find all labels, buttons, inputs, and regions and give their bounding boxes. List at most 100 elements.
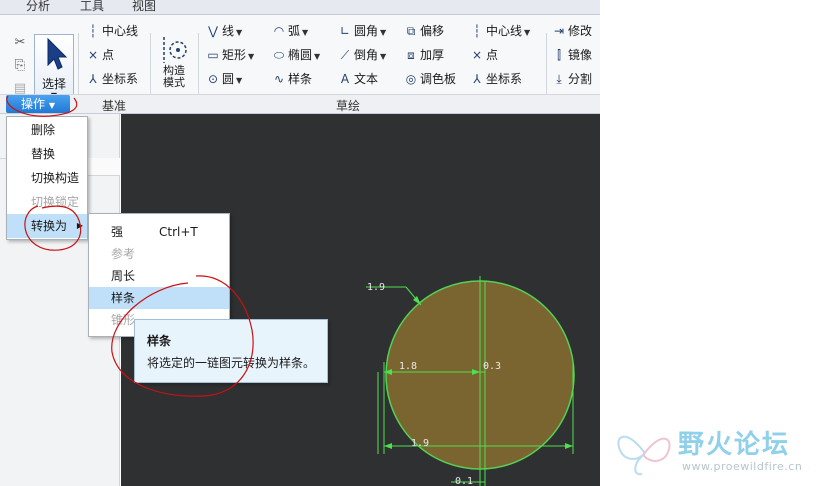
dimension-text[interactable]: 1.9 [367, 282, 385, 293]
dimension-arrow [384, 443, 392, 449]
point-icon: × [87, 48, 99, 62]
mirror-icon: ⫿ [557, 48, 561, 62]
strong-label: 强 [111, 225, 124, 239]
centerline-icon: ┆ [473, 24, 481, 38]
chamfer-button[interactable]: ⟋ 倒角 ▼ [338, 45, 386, 65]
palette-icon: ◎ [405, 72, 417, 86]
ribbon: ✂ ⎘ ▤ 选择 ▼ ┆中心线 ×点 ⅄坐标系 构造 模式 ⋁线▼ ▭矩形▼ [0, 15, 600, 113]
menu-item-delete[interactable]: 删除 [7, 118, 87, 142]
datum-csys-label: 坐标系 [102, 72, 139, 86]
text-icon: A [340, 72, 350, 86]
text-button[interactable]: A 文本 [338, 69, 378, 89]
rectangle-label: 矩形 [222, 48, 247, 62]
fillet-button[interactable]: ∟ 圆角 ▼ [338, 21, 386, 41]
select-label: 选择 [41, 77, 66, 91]
divide-icon: ⤓ [556, 72, 562, 86]
text-label: 文本 [354, 72, 379, 86]
submenu-item-spline[interactable]: 样条 [89, 287, 229, 309]
circle-label: 圆 [222, 72, 235, 86]
chevron-down-icon[interactable]: ▼ [380, 28, 386, 37]
chevron-down-icon[interactable]: ▼ [524, 28, 530, 37]
dimension-arrow [565, 443, 573, 449]
copy-icon[interactable]: ⎘ [8, 58, 32, 81]
circle-button[interactable]: ⊙ 圆 ▼ [206, 69, 242, 89]
spline-label: 样条 [288, 72, 313, 86]
datum-csys-button[interactable]: ⅄ 坐标系 [86, 69, 138, 89]
chevron-down-icon[interactable]: ▼ [314, 52, 320, 61]
ribbon-tab-strip: 分析 工具 视图 [0, 0, 600, 15]
dimension-text[interactable]: 0.1 [455, 476, 473, 486]
ellipse-label: 椭圆 [288, 48, 313, 62]
arc-label: 弧 [288, 24, 301, 38]
datum-centerline-button[interactable]: ┆ 中心线 [86, 21, 138, 41]
submenu-item-reference: 参考 [111, 247, 136, 261]
mirror-label: 镜像 [568, 48, 593, 62]
operations-button[interactable]: 操作 ▼ [6, 95, 70, 113]
chamfer-label: 倒角 [354, 48, 379, 62]
palette-button[interactable]: ◎ 调色板 [404, 69, 456, 89]
group-label-sketching: 草绘 [336, 99, 361, 113]
rectangle-button[interactable]: ▭ 矩形 ▼ [206, 45, 254, 65]
datum-point-button[interactable]: × 点 [86, 45, 114, 65]
tab-tools[interactable]: 工具 [80, 0, 104, 14]
palette-label: 调色板 [420, 72, 457, 86]
menu-item-toggle-construction[interactable]: 切换构造 [7, 166, 87, 190]
menu-item-replace[interactable]: 替换 [7, 142, 87, 166]
offset-button[interactable]: ⧉ 偏移 [404, 21, 444, 41]
submenu-item-strong[interactable]: 强 Ctrl+T [89, 221, 229, 243]
tab-analysis[interactable]: 分析 [26, 0, 50, 14]
tab-view[interactable]: 视图 [132, 0, 156, 14]
spline-button[interactable]: ∿ 样条 [272, 69, 312, 89]
chevron-down-icon[interactable]: ▼ [248, 52, 254, 61]
sketch-csys-button[interactable]: ⅄ 坐标系 [470, 69, 522, 89]
offset-icon: ⧉ [406, 24, 416, 38]
thicken-label: 加厚 [420, 48, 445, 62]
shortcut-text: Ctrl+T [159, 225, 198, 239]
scissors-icon[interactable]: ✂ [8, 35, 32, 58]
convert-to-label: 转换为 [31, 219, 68, 233]
ellipse-button[interactable]: ⬭ 椭圆 ▼ [272, 45, 320, 65]
line-label: 线 [222, 24, 235, 38]
ribbon-group-labels: 基准 草绘 [0, 94, 600, 114]
offset-label: 偏移 [420, 24, 445, 38]
panel-tab[interactable] [86, 158, 120, 176]
spline-icon: ∿ [273, 72, 285, 86]
chevron-down-icon[interactable]: ▼ [380, 52, 386, 61]
menu-item-convert-to[interactable]: 转换为 ▶ [7, 214, 87, 238]
centerline-icon: ┆ [89, 24, 97, 38]
sketch-centerline-label: 中心线 [486, 24, 523, 38]
construction-mode-button[interactable]: 构造 模式 [156, 35, 192, 89]
line-button[interactable]: ⋁ 线 ▼ [206, 21, 242, 41]
datum-point-label: 点 [102, 48, 115, 62]
fillet-label: 圆角 [354, 24, 379, 38]
thicken-button[interactable]: ⧈ 加厚 [404, 45, 444, 65]
chevron-down-icon[interactable]: ▼ [302, 28, 308, 37]
sketch-csys-label: 坐标系 [486, 72, 523, 86]
sketch-centerline-button[interactable]: ┆ 中心线 ▼ [470, 21, 530, 41]
chevron-down-icon: ▼ [48, 101, 55, 110]
submenu-item-perimeter[interactable]: 周长 [89, 265, 229, 287]
arc-icon: ◠ [273, 24, 285, 38]
rectangle-icon: ▭ [207, 48, 219, 62]
chevron-down-icon[interactable]: ▼ [236, 28, 242, 37]
arc-button[interactable]: ◠ 弧 ▼ [272, 21, 308, 41]
chevron-down-icon[interactable]: ▼ [236, 76, 242, 85]
sketch-point-button[interactable]: × 点 [470, 45, 498, 65]
ellipse-icon: ⬭ [273, 48, 285, 62]
construct-label-2: 模式 [163, 76, 185, 89]
fillet-icon: ∟ [339, 24, 351, 38]
dimension-text[interactable]: 1.9 [411, 438, 429, 449]
csys-icon: ⅄ [473, 72, 481, 86]
dimension-text[interactable]: 1.8 [399, 361, 417, 372]
dimension-text[interactable]: 0.3 [483, 361, 501, 372]
modify-button[interactable]: ⇥ 修改 [552, 21, 592, 41]
modify-icon: ⇥ [553, 24, 565, 38]
datum-centerline-label: 中心线 [102, 24, 139, 38]
divide-button[interactable]: ⤓ 分割 [552, 69, 592, 89]
butterfly-logo-icon [617, 435, 671, 476]
thicken-icon: ⧈ [407, 48, 415, 62]
tooltip-title: 样条 [147, 334, 172, 348]
tooltip: 样条 将选定的一链图元转换为样条。 [134, 319, 328, 383]
mirror-button[interactable]: ⫿ 镜像 [552, 45, 592, 65]
sketch-point-label: 点 [486, 48, 499, 62]
